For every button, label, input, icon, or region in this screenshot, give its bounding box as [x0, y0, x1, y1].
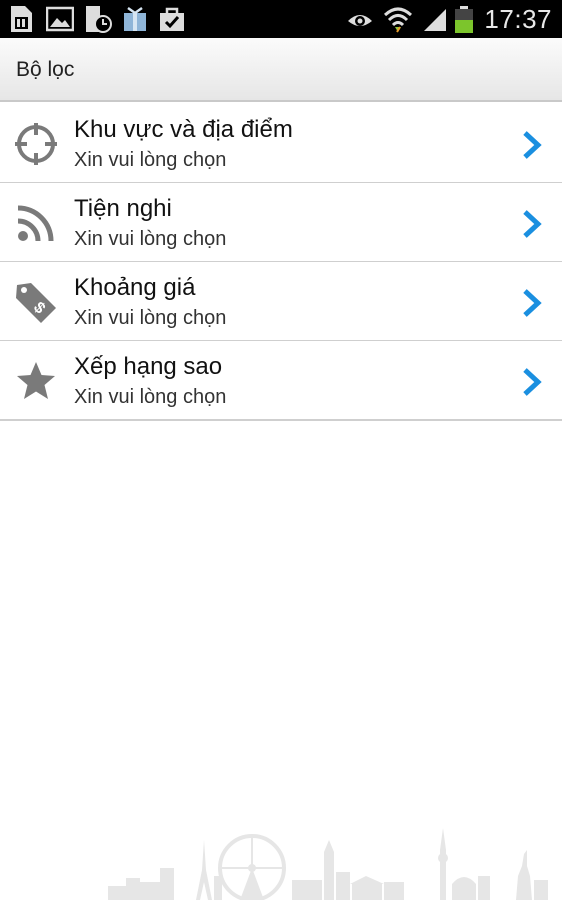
filter-item-subtitle: Xin vui lòng chọn	[74, 149, 227, 171]
clock-time: 17:37	[484, 4, 552, 34]
chevron-right-icon	[523, 131, 542, 159]
chevron-right-icon	[523, 210, 542, 238]
star-icon	[17, 362, 55, 399]
battery-icon	[455, 6, 473, 33]
filter-item-title: Tiện nghi	[74, 195, 172, 222]
wifi-icon	[383, 7, 413, 33]
price-tag-icon: $	[16, 283, 56, 323]
filter-item-title: Khoảng giá	[74, 274, 196, 301]
city-skyline-illustration	[108, 828, 548, 900]
page-title: Bộ lọc	[16, 58, 75, 81]
sd-card-clock-icon	[86, 6, 112, 33]
filter-item-title: Xếp hạng sao	[74, 353, 223, 380]
filter-list: Khu vực và địa điểm Xin vui lòng chọn Ti…	[0, 104, 562, 421]
filter-item-star-rating[interactable]: Xếp hạng sao Xin vui lòng chọn	[0, 341, 562, 421]
filter-item-location[interactable]: Khu vực và địa điểm Xin vui lòng chọn	[0, 104, 562, 183]
filter-item-subtitle: Xin vui lòng chọn	[74, 228, 227, 250]
filter-item-price[interactable]: $ Khoảng giá Xin vui lòng chọn	[0, 262, 562, 341]
sim-card-icon	[11, 6, 32, 32]
filter-item-title: Khu vực và địa điểm	[74, 116, 293, 143]
shopping-bag-check-icon	[160, 7, 184, 31]
wifi-rss-icon	[17, 205, 54, 242]
status-bar: 17:37	[0, 0, 562, 38]
chevron-right-icon	[523, 368, 542, 396]
eye-icon	[348, 15, 372, 26]
filter-item-subtitle: Xin vui lòng chọn	[74, 307, 227, 329]
filter-item-amenities[interactable]: Tiện nghi Xin vui lòng chọn	[0, 183, 562, 262]
signal-icon	[424, 9, 446, 31]
filter-item-subtitle: Xin vui lòng chọn	[74, 386, 227, 408]
crosshair-icon	[15, 123, 57, 165]
action-bar: Bộ lọc	[0, 38, 562, 102]
gift-box-icon	[124, 6, 146, 31]
chevron-right-icon	[523, 289, 542, 317]
image-icon	[46, 6, 74, 32]
